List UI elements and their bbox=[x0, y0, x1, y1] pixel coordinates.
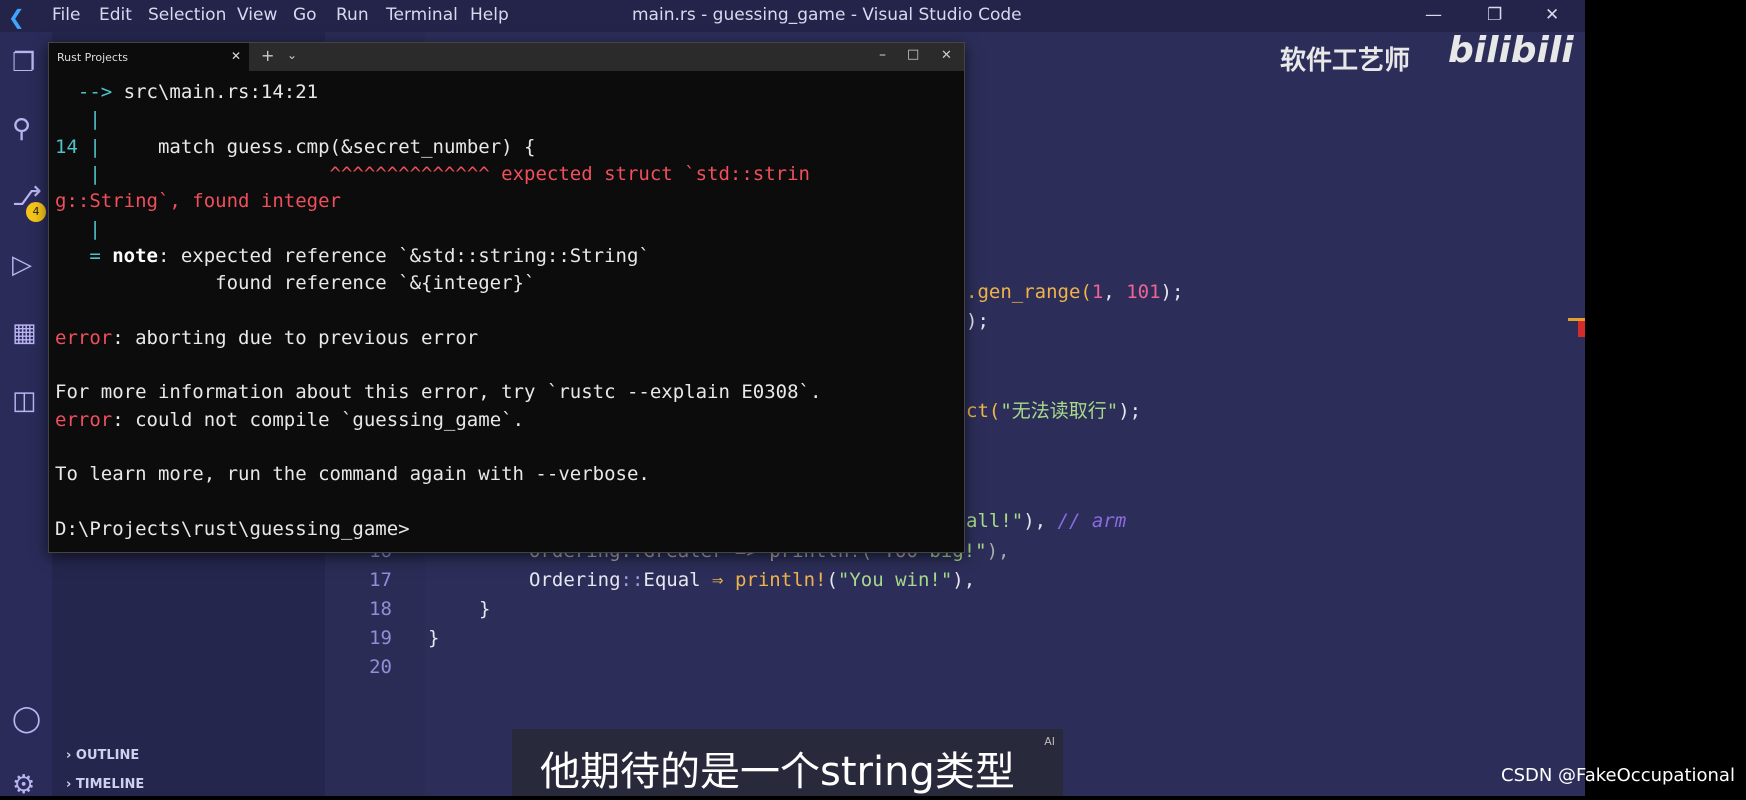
terminal-text: src\main.rs:14:21 bbox=[123, 81, 319, 103]
terminal-text: error bbox=[55, 408, 113, 431]
terminal-text: g::String`, found integer bbox=[55, 190, 341, 213]
terminal-text: ^^^^^^^^^^^^^^ expected struct `std::str… bbox=[100, 162, 810, 185]
title-bar: ❮ File Edit Selection View Go Run Termin… bbox=[0, 0, 1585, 32]
menu-file[interactable]: File bbox=[52, 5, 80, 25]
menu-selection[interactable]: Selection bbox=[148, 5, 226, 25]
menu-terminal[interactable]: Terminal bbox=[386, 5, 458, 25]
run-debug-icon[interactable]: ▷ bbox=[12, 250, 32, 280]
code-line-17: Ordering::Equal ⇒ println!("You win!"), bbox=[529, 569, 976, 591]
ai-label: AI bbox=[1044, 735, 1055, 748]
terminal-line: --> src\main.rs:14:21 bbox=[55, 81, 318, 103]
remote-explorer-icon[interactable]: ◫ bbox=[12, 386, 37, 416]
terminal-line: To learn more, run the command again wit… bbox=[55, 463, 650, 485]
outline-section[interactable]: › OUTLINE bbox=[66, 748, 139, 763]
terminal-text: | bbox=[77, 135, 101, 158]
subtitle-box: 他期待的是一个string类型 AI bbox=[512, 729, 1063, 796]
line-number: 17 bbox=[369, 569, 392, 591]
explorer-icon[interactable]: ❐ bbox=[12, 48, 35, 78]
search-icon[interactable]: ⚲ bbox=[12, 114, 31, 144]
code-line-15: all!"), // arm bbox=[966, 510, 1127, 532]
terminal-line: error: could not compile `guessing_game`… bbox=[55, 409, 524, 431]
restore-button[interactable]: ❐ bbox=[1487, 5, 1502, 25]
scm-badge: 4 bbox=[26, 202, 46, 222]
timeline-section[interactable]: › TIMELINE bbox=[66, 777, 144, 792]
terminal-line: | bbox=[55, 108, 101, 131]
extensions-icon[interactable]: ▦ bbox=[12, 318, 37, 348]
terminal-text: : expected reference `&std::string::Stri… bbox=[157, 244, 650, 267]
bilibili-logo: bilibili bbox=[1448, 30, 1574, 71]
terminal-line: error: aborting due to previous error bbox=[55, 327, 478, 349]
terminal-text: D:\Projects\rust\guessing_game> bbox=[55, 517, 410, 540]
code-line-19: } bbox=[428, 627, 440, 649]
terminal-tab-bar: Rust Projects ✕ + ⌄ – □ ✕ bbox=[49, 43, 964, 71]
terminal-minimize-button[interactable]: – bbox=[879, 47, 886, 63]
terminal-line: | bbox=[55, 217, 101, 240]
dropdown-chevron-icon[interactable]: ⌄ bbox=[287, 48, 297, 62]
terminal-text: | bbox=[55, 217, 101, 240]
menu-edit[interactable]: Edit bbox=[99, 5, 132, 25]
new-tab-icon[interactable]: + bbox=[261, 46, 274, 65]
terminal-text: = bbox=[55, 244, 113, 267]
timeline-label: TIMELINE bbox=[75, 777, 145, 792]
menu-run[interactable]: Run bbox=[336, 5, 369, 25]
subtitle-text: 他期待的是一个string类型 bbox=[540, 749, 1015, 795]
menu-help[interactable]: Help bbox=[470, 5, 509, 25]
terminal-text: found reference `&{integer}` bbox=[55, 272, 536, 295]
terminal-text: match guess.cmp(&secret_number) { bbox=[100, 135, 536, 158]
terminal-text: note bbox=[112, 244, 158, 267]
window-title: main.rs - guessing_game - Visual Studio … bbox=[632, 5, 1022, 25]
line-number: 18 bbox=[369, 598, 392, 620]
close-button[interactable]: ✕ bbox=[1545, 5, 1559, 25]
account-icon[interactable]: ◯ bbox=[12, 704, 41, 734]
channel-watermark: 软件工艺师 bbox=[1280, 46, 1411, 76]
code-line-11: ); bbox=[966, 310, 989, 332]
menu-go[interactable]: Go bbox=[293, 5, 317, 25]
overview-ruler-error bbox=[1578, 321, 1585, 337]
terminal-text: For more information about this error, t… bbox=[55, 381, 822, 404]
terminal-line: = note: expected reference `&std::string… bbox=[55, 245, 650, 267]
line-number: 19 bbox=[369, 627, 392, 649]
terminal-text: To learn more, run the command again wit… bbox=[55, 463, 650, 486]
terminal-maximize-button[interactable]: □ bbox=[907, 47, 919, 62]
terminal-line: found reference `&{integer}` bbox=[55, 272, 535, 294]
terminal-line: D:\Projects\rust\guessing_game> bbox=[55, 518, 410, 540]
terminal-line: For more information about this error, t… bbox=[55, 381, 821, 403]
terminal-text: --> bbox=[55, 81, 124, 103]
minimize-button[interactable]: — bbox=[1425, 5, 1442, 25]
terminal-line: | ^^^^^^^^^^^^^^ expected struct `std::s… bbox=[55, 163, 810, 185]
line-number: 20 bbox=[369, 656, 392, 678]
terminal-text: : aborting due to previous error bbox=[112, 326, 479, 349]
terminal-tab-label: Rust Projects bbox=[57, 51, 129, 64]
activity-bar: ❐ ⚲ ⎇ 4 ▷ ▦ ◫ ◯ ⚙ bbox=[0, 32, 52, 800]
code-line-13: ct("无法读取行"); bbox=[966, 400, 1142, 422]
terminal-tab[interactable]: Rust Projects ✕ bbox=[49, 43, 249, 71]
close-tab-icon[interactable]: ✕ bbox=[231, 49, 241, 63]
terminal-text: | bbox=[55, 162, 101, 185]
terminal-line: 14 | match guess.cmp(&secret_number) { bbox=[55, 136, 535, 158]
terminal-text: 14 bbox=[55, 135, 78, 158]
terminal-close-button[interactable]: ✕ bbox=[941, 48, 952, 63]
terminal-line: g::String`, found integer bbox=[55, 190, 341, 212]
menu-view[interactable]: View bbox=[237, 5, 277, 25]
outline-label: OUTLINE bbox=[75, 748, 140, 763]
code-line-10: .gen_range(1, 101); bbox=[966, 281, 1184, 303]
code-line-18: } bbox=[479, 598, 491, 620]
terminal-text: | bbox=[55, 108, 101, 131]
csdn-watermark: CSDN @FakeOccupational bbox=[1501, 765, 1735, 786]
vscode-logo-icon: ❮ bbox=[8, 5, 25, 29]
terminal-window[interactable]: Rust Projects ✕ + ⌄ – □ ✕ --> src\main.rs… bbox=[48, 42, 965, 553]
terminal-text: : could not compile `guessing_game`. bbox=[112, 408, 525, 431]
terminal-text: error bbox=[55, 326, 113, 349]
